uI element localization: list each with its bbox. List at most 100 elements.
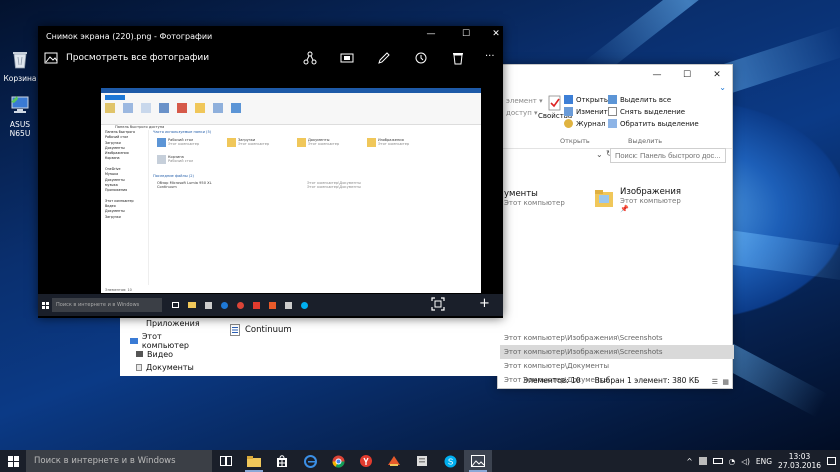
- mini-folder-row: Рабочий стол Этот компьютер Загрузки Этот …: [157, 138, 477, 147]
- photos-collection-icon[interactable]: [44, 52, 58, 64]
- select-none-icon: [608, 107, 617, 116]
- delete-icon[interactable]: [451, 51, 465, 65]
- mini-folder-sub: Этот компьютер: [238, 142, 270, 146]
- mini-select-icon: [231, 103, 241, 113]
- taskbar-app[interactable]: [408, 450, 436, 472]
- folder-location: Этот компьютер: [504, 199, 565, 207]
- history-button[interactable]: Журнал: [564, 119, 605, 128]
- computer-icon: [130, 338, 138, 344]
- maximize-button[interactable]: ☐: [454, 29, 478, 39]
- mini-new-folder-icon: [195, 103, 205, 113]
- tray-app-icon[interactable]: [698, 457, 707, 465]
- mini-taskbar: Поиск в интернете и в Windows +: [38, 294, 503, 316]
- folder-item[interactable]: ументы Этот компьютер: [504, 189, 565, 207]
- taskbar: Поиск в интернете и в Windows S ^ ◔ ◁) E…: [0, 450, 840, 472]
- mini-folder-sub: Рабочий стол: [168, 159, 194, 163]
- minimize-button[interactable]: —: [642, 70, 672, 80]
- share-icon[interactable]: [303, 51, 317, 65]
- recent-file-path-selected[interactable]: Этот компьютер\Изображения\Screenshots: [498, 345, 734, 359]
- maximize-button[interactable]: ☐: [672, 70, 702, 80]
- more-options-button[interactable]: ···: [485, 51, 495, 62]
- fit-screen-icon[interactable]: [431, 297, 445, 311]
- nav-label: Приложения: [146, 319, 200, 328]
- slideshow-icon[interactable]: [340, 51, 354, 65]
- mini-delete-icon: [177, 103, 187, 113]
- taskbar-search-box[interactable]: Поиск в интернете и в Windows: [26, 450, 212, 472]
- taskbar-photos[interactable]: [464, 450, 492, 472]
- open-button[interactable]: Открыть ▾: [564, 95, 614, 104]
- taskbar-edge[interactable]: [296, 450, 324, 472]
- taskbar-store[interactable]: [268, 450, 296, 472]
- start-button[interactable]: [0, 450, 26, 472]
- language-indicator[interactable]: ENG: [756, 457, 772, 466]
- taskbar-chrome[interactable]: [324, 450, 352, 472]
- taskbar-app[interactable]: [380, 450, 408, 472]
- mini-explorer-icon: [188, 302, 196, 308]
- edit-label: Изменить: [576, 107, 612, 116]
- folder-icon: [595, 190, 613, 207]
- ribbon-access[interactable]: доступ ▾: [506, 109, 538, 117]
- explorer-content: ументы Этот компьютер Изображения Этот к…: [498, 169, 734, 384]
- desktop-icon-label: Корзина: [3, 74, 37, 83]
- mini-folder-sub: Этот компьютер: [308, 142, 340, 146]
- view-all-photos-link[interactable]: Просмотреть все фотографии: [66, 53, 209, 63]
- chrome-icon: [332, 455, 344, 468]
- taskbar-file-explorer[interactable]: [240, 450, 268, 472]
- edit-pencil-icon[interactable]: [377, 51, 391, 65]
- mini-folder: Изображения Этот компьютер: [367, 138, 415, 147]
- desktop-icon-label: ASUS N65U: [9, 120, 31, 138]
- volume-icon[interactable]: ◁): [741, 457, 750, 466]
- invert-selection-button[interactable]: Обратить выделение: [608, 119, 699, 128]
- mini-ribbon-buttons: [105, 103, 475, 117]
- desktop-icon-recycle-bin[interactable]: Корзина: [0, 48, 40, 83]
- recent-file-path[interactable]: Этот компьютер\Документы: [498, 359, 734, 373]
- nav-item-this-pc[interactable]: Этот компьютер: [120, 332, 210, 350]
- chevron-down-icon[interactable]: ⌄: [596, 150, 603, 159]
- nav-item-apps[interactable]: Приложения: [120, 318, 210, 332]
- history-icon: [564, 119, 573, 128]
- mini-chrome-icon: [237, 301, 244, 309]
- address-row: ⌄ ↻: [498, 147, 732, 165]
- zoom-in-icon[interactable]: +: [479, 296, 490, 311]
- mini-app-icon: [269, 301, 276, 309]
- rotate-icon[interactable]: [414, 51, 428, 65]
- mini-move-icon: [159, 103, 169, 113]
- nav-item-documents[interactable]: Документы: [120, 359, 210, 372]
- edit-button[interactable]: Изменить: [564, 107, 612, 116]
- select-none-button[interactable]: Снять выделение: [608, 107, 685, 116]
- recent-file-continuum[interactable]: Continuum: [230, 324, 292, 336]
- mini-task-view-icon: [172, 302, 179, 308]
- windows-logo-icon: [7, 455, 19, 467]
- clock[interactable]: 13:03 27.03.2016: [778, 452, 821, 470]
- taskbar-skype[interactable]: S: [436, 450, 464, 472]
- status-bar: Элементов: 10 Выбран 1 элемент: 380 КБ: [498, 374, 732, 388]
- mini-nav-item: Загрузки: [105, 214, 121, 219]
- photos-icon: [471, 455, 485, 467]
- close-button[interactable]: ✕: [484, 29, 508, 39]
- yandex-browser-icon: [360, 455, 372, 467]
- folder-location: Этот компьютер: [620, 197, 681, 205]
- svg-text:S: S: [447, 457, 452, 466]
- mini-start-icon: [38, 294, 52, 316]
- task-view-button[interactable]: [212, 450, 240, 472]
- tiles-view-icon[interactable]: ▦: [722, 378, 729, 386]
- battery-icon[interactable]: [712, 458, 723, 464]
- word-document-icon: [230, 324, 240, 336]
- mini-recent-row: Continuum Этот компьютер\Документы: [157, 185, 477, 189]
- file-name: Continuum: [245, 325, 292, 335]
- folder-name: ументы: [504, 189, 538, 199]
- folder-item[interactable]: Изображения Этот компьютер 📌: [594, 187, 681, 213]
- taskbar-yandex[interactable]: [352, 450, 380, 472]
- mini-folder: Рабочий стол Этот компьютер: [157, 138, 205, 147]
- select-all-button[interactable]: Выделить все: [608, 95, 671, 104]
- action-center-icon[interactable]: [827, 457, 836, 465]
- recent-file-path[interactable]: Этот компьютер\Изображения\Screenshots: [498, 331, 734, 345]
- mini-file-tab: [105, 95, 125, 100]
- search-input[interactable]: [610, 148, 726, 163]
- desktop-icon-computer[interactable]: ASUS N65U: [0, 94, 40, 138]
- wifi-icon[interactable]: ◔: [729, 457, 736, 466]
- chevron-up-icon[interactable]: ^: [686, 457, 692, 466]
- details-view-icon[interactable]: ☰: [712, 378, 718, 386]
- close-button[interactable]: ✕: [702, 70, 732, 80]
- minimize-button[interactable]: —: [419, 29, 443, 39]
